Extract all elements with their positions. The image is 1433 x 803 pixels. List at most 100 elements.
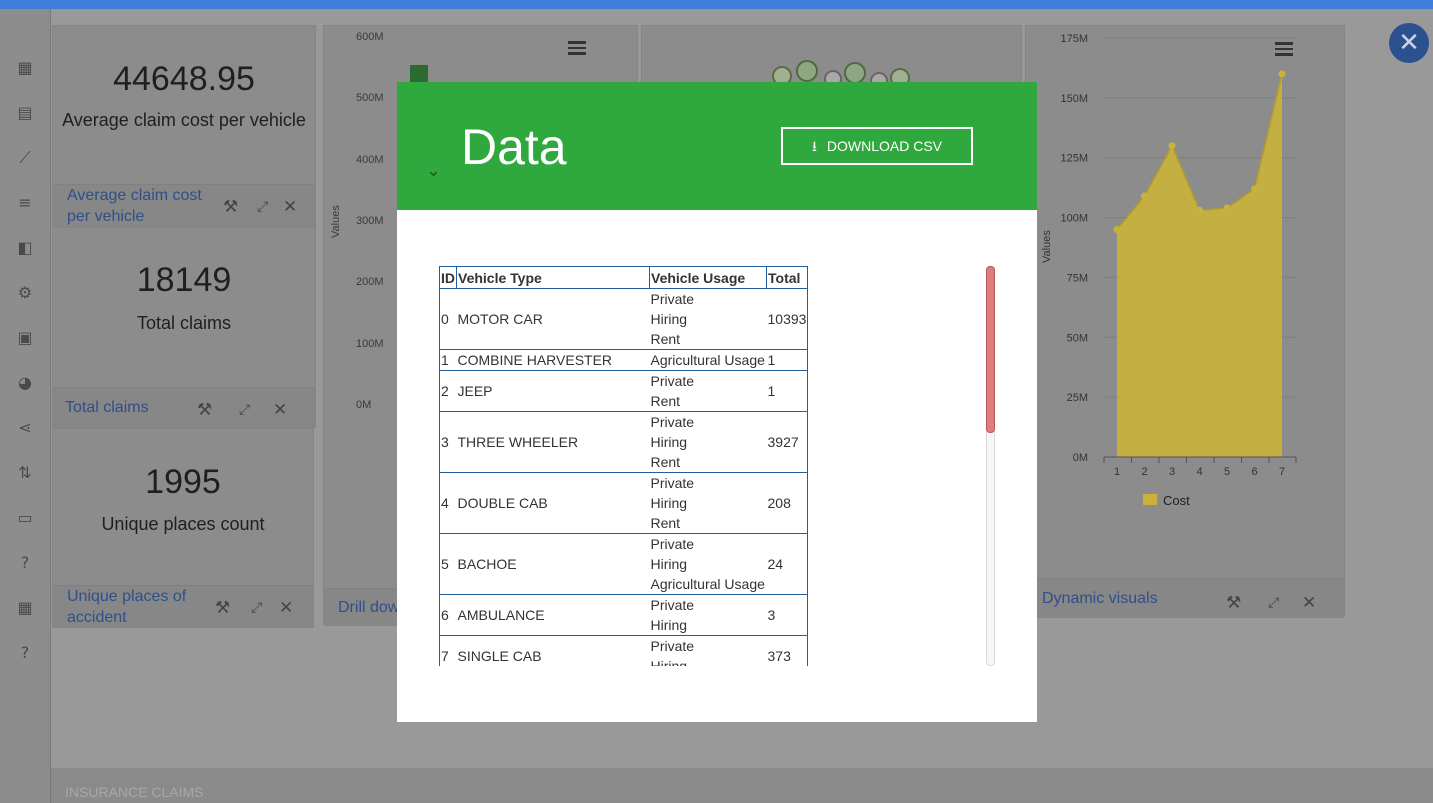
y-tick-label: 75M <box>1067 272 1088 284</box>
cell-vehicle-usage: Private Hiring Agricultural Usage <box>649 533 767 595</box>
usage-value: Hiring <box>650 556 688 572</box>
settings-icon[interactable]: ⚙ <box>14 282 36 304</box>
close-panel-icon[interactable]: ✕ <box>279 598 293 618</box>
modal-header: ⌄ Data ⭳ DOWNLOAD CSV <box>397 82 1037 210</box>
close-panel-icon[interactable]: ✕ <box>273 400 287 420</box>
import-export-icon[interactable]: ⇅ <box>14 462 36 484</box>
tools-icon[interactable]: ⚒ <box>1226 593 1241 613</box>
legend-label[interactable]: Cost <box>1163 493 1190 508</box>
kpi-label: Unique places count <box>101 514 265 534</box>
chart-menu-icon[interactable] <box>1275 42 1293 56</box>
save-icon[interactable]: ▣ <box>14 327 36 349</box>
kpi-panel-total-claims: 18149 Total claims Total claims ⚒ ⤢ ✕ <box>52 227 316 428</box>
help-icon[interactable]: ? <box>14 552 36 574</box>
data-modal: ⌄ Data ⭳ DOWNLOAD CSV ID Vehicle Type Veh… <box>397 82 1037 722</box>
col-header-id[interactable]: ID <box>439 266 457 289</box>
area-series-cost <box>1117 73 1282 457</box>
cell-vehicle-usage: Private Hiring <box>649 635 767 666</box>
usage-value: Rent <box>650 454 681 470</box>
cell-vehicle-type: SINGLE CAB <box>456 635 650 666</box>
col-header-vehicle-usage[interactable]: Vehicle Usage <box>649 266 767 289</box>
panel-title[interactable]: Average claim cost per vehicle <box>67 185 202 227</box>
dashboard-icon[interactable]: ▦ <box>14 57 36 79</box>
panel-title[interactable]: Dynamic visuals <box>1042 588 1158 609</box>
cell-vehicle-type: JEEP <box>456 370 650 412</box>
data-point <box>1141 192 1148 200</box>
usage-value: Private <box>650 291 695 307</box>
table-row[interactable]: 2 JEEP Private Rent 1 <box>439 370 809 412</box>
x-tick-label: 1 <box>1114 466 1120 478</box>
scrollbar-thumb[interactable] <box>986 266 995 433</box>
top-accent-bar <box>0 0 1433 9</box>
kpi-label: Total claims <box>136 313 232 333</box>
y-tick-label: 100M <box>356 337 384 350</box>
cell-id: 7 <box>439 635 457 666</box>
widgets-icon[interactable]: ◧ <box>14 237 36 259</box>
tools-icon[interactable]: ⚒ <box>223 197 238 217</box>
grid-icon[interactable]: ▦ <box>14 597 36 619</box>
chart-menu-icon[interactable] <box>568 41 586 55</box>
cell-vehicle-type: THREE WHEELER <box>456 411 650 473</box>
cell-total: 3 <box>766 594 809 636</box>
y-tick-label: 150M <box>1060 93 1088 105</box>
download-csv-label: DOWNLOAD CSV <box>826 138 943 154</box>
cell-vehicle-usage: Private Rent <box>649 370 767 412</box>
data-point <box>1168 142 1176 150</box>
close-panel-icon[interactable]: ✕ <box>283 197 297 217</box>
panel-title[interactable]: Drill dow <box>338 597 399 618</box>
cell-total: 24 <box>766 533 809 595</box>
list-icon[interactable]: ≡ <box>14 192 36 214</box>
trending-icon[interactable]: ⟋ <box>14 147 36 169</box>
col-header-total[interactable]: Total <box>765 266 809 289</box>
expand-icon[interactable]: ⤢ <box>239 402 250 418</box>
palette-icon[interactable]: ◕ <box>14 372 36 394</box>
chevron-down-icon[interactable]: ⌄ <box>426 160 441 181</box>
monitor-icon[interactable]: ▭ <box>14 507 36 529</box>
cell-vehicle-usage: Private Hiring Rent <box>649 411 767 473</box>
panel-footer: Average claim cost per vehicle ⚒ ⤢ ✕ <box>53 184 315 226</box>
sidebar: ▦ ▤ ⟋ ≡ ◧ ⚙ ▣ ◕ ⋖ ⇅ ▭ ? ▦ ? <box>0 9 51 803</box>
expand-icon[interactable]: ⤢ <box>251 600 262 616</box>
close-panel-icon[interactable]: ✕ <box>1302 593 1316 613</box>
close-modal-button[interactable]: ✕ <box>1389 23 1429 63</box>
data-point <box>1278 70 1286 78</box>
download-csv-button[interactable]: ⭳ DOWNLOAD CSV <box>781 127 973 165</box>
usage-value: Private <box>650 597 695 613</box>
y-tick-label: 300M <box>356 214 384 227</box>
scrollbar[interactable] <box>986 266 995 666</box>
tools-icon[interactable]: ⚒ <box>215 598 230 618</box>
document-icon[interactable]: ▤ <box>14 102 36 124</box>
cell-total: 10393 <box>766 288 809 350</box>
kpi-value: 18149 <box>136 261 232 299</box>
data-point <box>1251 185 1258 193</box>
table-row[interactable]: 7 SINGLE CAB Private Hiring 373 <box>439 635 809 666</box>
table-row[interactable]: 6 AMBULANCE Private Hiring 3 <box>439 594 809 636</box>
cell-total: 1 <box>766 349 809 371</box>
usage-value: Private <box>650 475 695 491</box>
expand-icon[interactable]: ⤢ <box>1268 595 1279 611</box>
table-header-row: ID Vehicle Type Vehicle Usage Total <box>439 266 809 289</box>
data-table-container[interactable]: ID Vehicle Type Vehicle Usage Total 0 MOT… <box>439 266 814 666</box>
cell-vehicle-usage: Private Hiring Rent <box>649 288 767 350</box>
expand-icon[interactable]: ⤢ <box>257 199 268 215</box>
y-tick-label: 25M <box>1067 392 1088 404</box>
tools-icon[interactable]: ⚒ <box>197 400 212 420</box>
panel-title[interactable]: Total claims <box>65 397 149 418</box>
panel-title[interactable]: Unique places of accident <box>67 586 186 628</box>
help-icon-2[interactable]: ? <box>14 642 36 664</box>
x-tick-label: 3 <box>1169 466 1175 478</box>
data-point <box>1113 226 1121 234</box>
cell-id: 3 <box>439 411 457 473</box>
cell-id: 2 <box>439 370 457 412</box>
cell-vehicle-usage: Private Hiring Rent <box>649 472 767 534</box>
usage-value: Private <box>650 536 695 552</box>
table-row[interactable]: 0 MOTOR CAR Private Hiring Rent 10393 <box>439 288 809 350</box>
table-row[interactable]: 1 COMBINE HARVESTER Agricultural Usage 1 <box>439 349 809 371</box>
table-row[interactable]: 4 DOUBLE CAB Private Hiring Rent 208 <box>439 472 809 534</box>
table-row[interactable]: 5 BACHOE Private Hiring Agricultural Usage 24 <box>439 533 809 595</box>
share-icon[interactable]: ⋖ <box>14 417 36 439</box>
table-row[interactable]: 3 THREE WHEELER Private Hiring Rent 3927 <box>439 411 809 473</box>
usage-value: Hiring <box>650 311 688 327</box>
y-tick-label: 500M <box>356 92 384 105</box>
col-header-vehicle-type[interactable]: Vehicle Type <box>456 266 650 289</box>
